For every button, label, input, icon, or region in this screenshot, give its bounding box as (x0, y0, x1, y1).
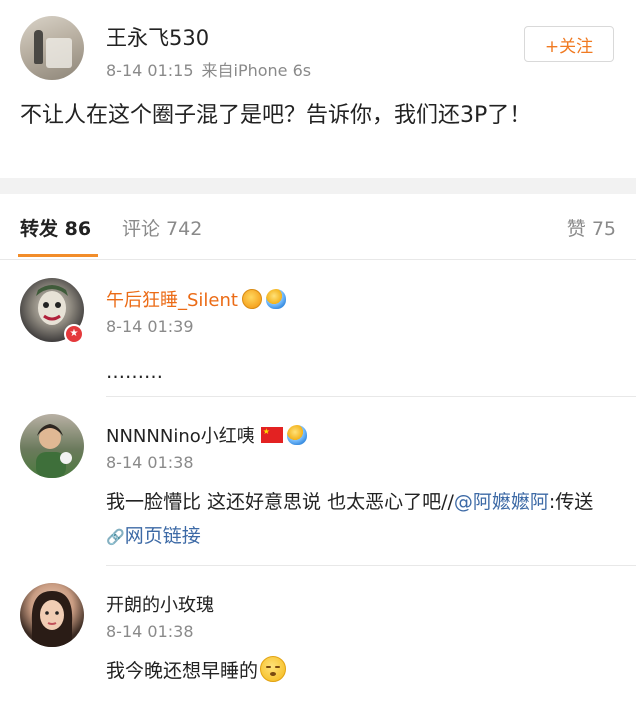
avatar-figure (34, 30, 43, 64)
post-source: 来自iPhone 6s (201, 61, 312, 80)
follow-button[interactable]: +关注 (524, 26, 614, 62)
commenter-name[interactable]: 午后狂睡_Silent (106, 286, 286, 312)
post-text: 不让人在这个圈子混了是吧？告诉你，我们还3P了！ (20, 103, 532, 128)
post-time: 8-14 01:15 (106, 61, 194, 80)
active-tab-indicator (18, 254, 98, 257)
china-flag-icon (260, 427, 283, 443)
list-item: NNNNNino小红咦 8-14 01:38 我一脸懵比 这还好意思说 也太恶心… (0, 398, 636, 566)
commenter-name-text: 午后狂睡_Silent (106, 290, 238, 311)
comment-text-body: 我今晚还想早睡的 (106, 660, 259, 682)
sleepy-emoji-icon (260, 656, 287, 682)
comment-text: 我一脸懵比 这还好意思说 也太恶心了吧//@阿嬷嬷阿:传送 🔗网页链接 (106, 485, 616, 554)
commenter-avatar[interactable] (20, 414, 84, 478)
avatar-background (46, 38, 72, 68)
comment-text-body: 我一脸懵比 这还好意思说 也太恶心了吧// (106, 491, 454, 513)
tab-comment[interactable]: 评论 742 (122, 214, 202, 241)
verified-badge-icon: ★ (64, 324, 84, 344)
post-author-name[interactable]: 王永飞530 (106, 22, 209, 52)
person-avatar-icon (36, 424, 72, 478)
commenter-name[interactable]: NNNNNino小红咦 (106, 422, 307, 448)
commenter-avatar[interactable] (20, 583, 84, 647)
author-avatar[interactable] (20, 16, 84, 80)
list-item: 开朗的小玫瑰 8-14 01:38 我今晚还想早睡的 (0, 567, 636, 705)
list-item: ★ 午后狂睡_Silent 8-14 01:39 ……… (0, 262, 636, 397)
commenter-name-text: NNNNNino小红咦 (106, 426, 255, 447)
person-avatar-icon (31, 591, 73, 647)
vip-icon (241, 289, 262, 309)
web-link-text: 网页链接 (124, 525, 201, 547)
mention-link[interactable]: @阿嬷嬷阿 (454, 491, 549, 513)
comment-text-forward: :传送 (548, 491, 594, 513)
divider (106, 565, 636, 566)
comment-text: 我今晚还想早睡的 (106, 654, 616, 688)
weibo-post: 王永飞530 8-14 01:15 来自iPhone 6s +关注 不让人在这个圈… (0, 0, 636, 178)
balloon-icon (286, 425, 307, 445)
comment-time: 8-14 01:38 (106, 453, 194, 472)
tab-repost[interactable]: 转发 86 (20, 214, 91, 241)
comment-time: 8-14 01:38 (106, 622, 194, 641)
tab-like[interactable]: 赞 75 (567, 214, 616, 241)
section-gap (0, 178, 636, 194)
link-icon: 🔗 (106, 528, 125, 546)
web-link[interactable]: 🔗网页链接 (106, 525, 201, 547)
comment-time: 8-14 01:39 (106, 317, 194, 336)
divider (106, 396, 636, 397)
balloon-icon (265, 289, 286, 309)
comment-text: ……… (106, 361, 163, 383)
post-meta: 8-14 01:15 来自iPhone 6s (106, 57, 311, 81)
post-tabs: 转发 86 评论 742 赞 75 (0, 194, 636, 260)
commenter-name[interactable]: 开朗的小玫瑰 (106, 591, 214, 617)
